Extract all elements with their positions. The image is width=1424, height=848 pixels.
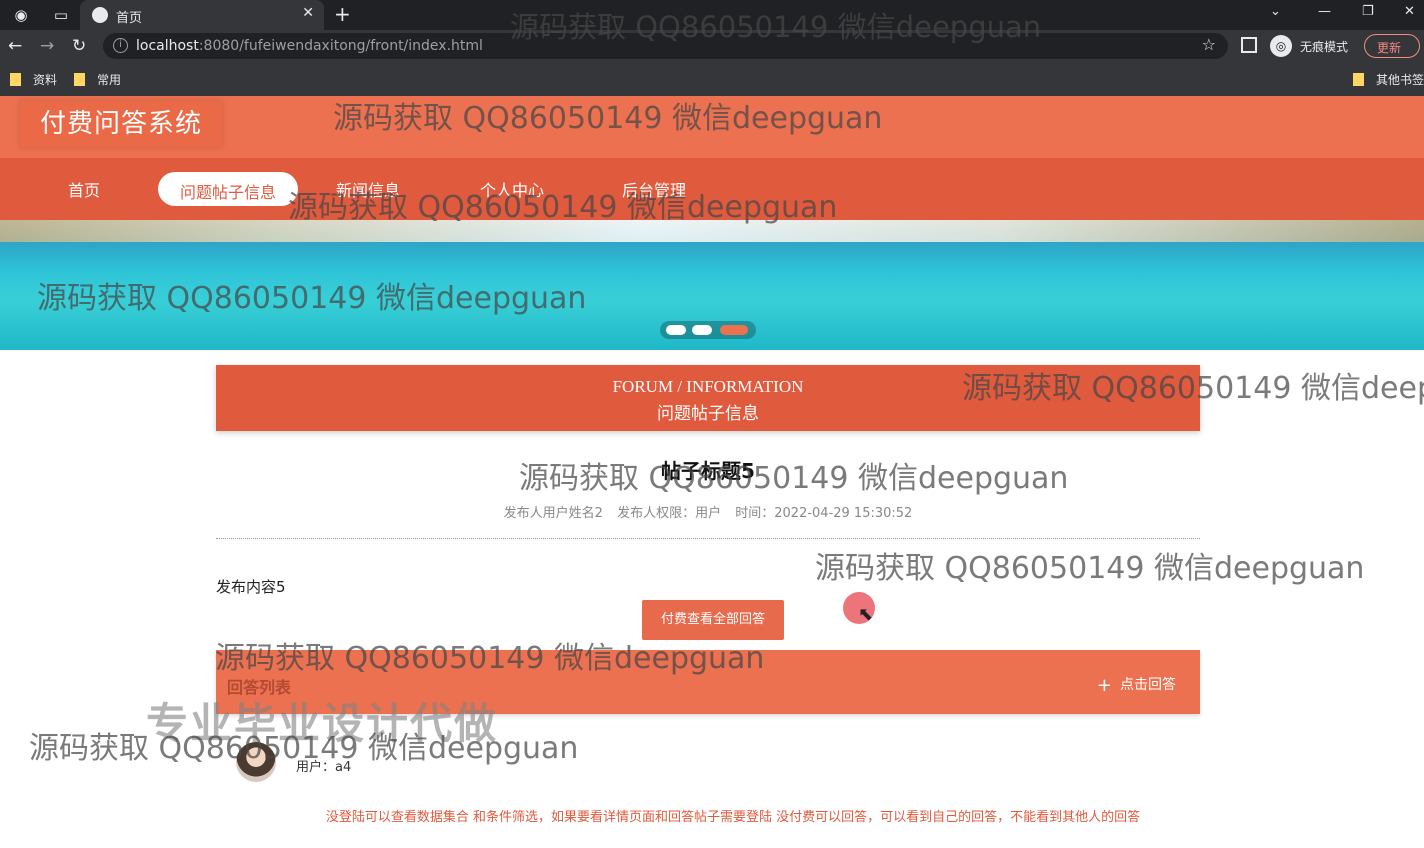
tab-search-icon[interactable]: ◉ (10, 4, 32, 26)
section-title-cn: 问题帖子信息 (657, 404, 759, 424)
restore-icon[interactable]: ❐ (1362, 4, 1374, 19)
carousel-dot-active[interactable] (720, 325, 748, 335)
nav-personal-center[interactable]: 个人中心 (480, 177, 544, 201)
add-answer-button[interactable]: + 点击回答 (1097, 674, 1176, 696)
address-bar: ← → ↻ i localhost:8080/fufeiwendaxitong/… (0, 30, 1424, 62)
url-host: localhost (136, 38, 199, 54)
nav-news[interactable]: 新闻信息 (336, 177, 400, 201)
incognito-icon[interactable]: ◎ (1270, 35, 1292, 57)
main-nav: 首页 问题帖子信息 新闻信息 个人中心 后台管理 (0, 158, 1424, 220)
browser-tab[interactable]: 首页 ✕ (80, 0, 324, 30)
folder-icon (74, 73, 85, 86)
watermark: 源码获取 QQ86050149 微信deepguan (815, 551, 1365, 586)
nav-question-posts[interactable]: 问题帖子信息 (158, 172, 299, 206)
post-time: 时间：2022-04-29 15:30:52 (735, 506, 913, 521)
bookmarks-bar: 资料 常用 其他书签 (0, 62, 1424, 96)
update-button[interactable]: 更新 (1364, 34, 1420, 58)
post-author: 发布人用户姓名2 (503, 506, 603, 521)
close-tab-icon[interactable]: ✕ (302, 5, 314, 21)
side-panel-icon[interactable] (1241, 37, 1257, 53)
mouse-cursor-icon: ⬉ (858, 604, 874, 625)
other-bookmarks[interactable]: 其他书签 (1353, 71, 1424, 88)
globe-icon (92, 7, 108, 23)
minimize-icon[interactable]: — (1318, 4, 1331, 19)
window-close-icon[interactable]: ✕ (1404, 4, 1415, 19)
incognito-label: 无痕模式 (1300, 40, 1349, 54)
folder-icon (1353, 73, 1364, 86)
tab-title: 首页 (116, 11, 143, 26)
section-title-en: FORUM / INFORMATION (612, 377, 804, 396)
site-logo[interactable]: 付费问答系统 (20, 101, 222, 147)
section-header: FORUM / INFORMATION 问题帖子信息 (216, 365, 1200, 431)
reload-icon[interactable]: ↻ (72, 36, 86, 56)
carousel-indicators (660, 321, 756, 339)
post-title: 帖子标题5 (661, 459, 755, 483)
folder-icon (10, 73, 21, 86)
carousel-dot[interactable] (692, 325, 712, 335)
post-content: 发布内容5 (216, 578, 286, 596)
new-tab-button[interactable]: + (334, 2, 351, 26)
back-icon[interactable]: ← (8, 36, 22, 56)
bookmark-folder-changyong[interactable]: 常用 (74, 71, 121, 88)
forward-icon[interactable]: → (40, 36, 54, 56)
nav-home[interactable]: 首页 (68, 177, 100, 201)
chevron-down-icon[interactable]: ⌄ (1270, 4, 1281, 19)
bookmark-folder-ziliao[interactable]: 资料 (10, 71, 57, 88)
carousel-dot[interactable] (666, 325, 686, 335)
post-role: 发布人权限：用户 (617, 506, 722, 521)
site-info-icon[interactable]: i (113, 38, 128, 53)
notice-text: 没登陆可以查看数据集合 和条件筛选，如果要看详情页面和回答帖子需要登陆 没付费可… (325, 810, 1141, 825)
tab-groups-icon[interactable]: ▭ (50, 4, 72, 26)
bookmark-star-icon[interactable]: ☆ (1202, 35, 1216, 54)
divider (216, 538, 1200, 539)
plus-icon: + (1096, 675, 1112, 696)
banner-image (0, 220, 1424, 242)
url-path: :8080/fufeiwendaxitong/front/index.html (198, 38, 483, 54)
answer-user: 用户：a4 (296, 760, 352, 775)
url-field[interactable]: i localhost:8080/fufeiwendaxitong/front/… (103, 33, 1228, 59)
promo-watermark: 专业毕业设计代做 (146, 699, 499, 748)
pay-view-answers-button[interactable]: 付费查看全部回答 (642, 600, 784, 640)
nav-admin[interactable]: 后台管理 (622, 177, 686, 201)
site-header: 付费问答系统 (0, 96, 1424, 158)
browser-tab-strip: ◉ ▭ 首页 ✕ + ⌄ — ❐ ✕ (0, 0, 1424, 30)
post-meta: 发布人用户姓名2 发布人权限：用户 时间：2022-04-29 15:30:52 (216, 502, 1200, 521)
hero-banner (0, 220, 1424, 350)
